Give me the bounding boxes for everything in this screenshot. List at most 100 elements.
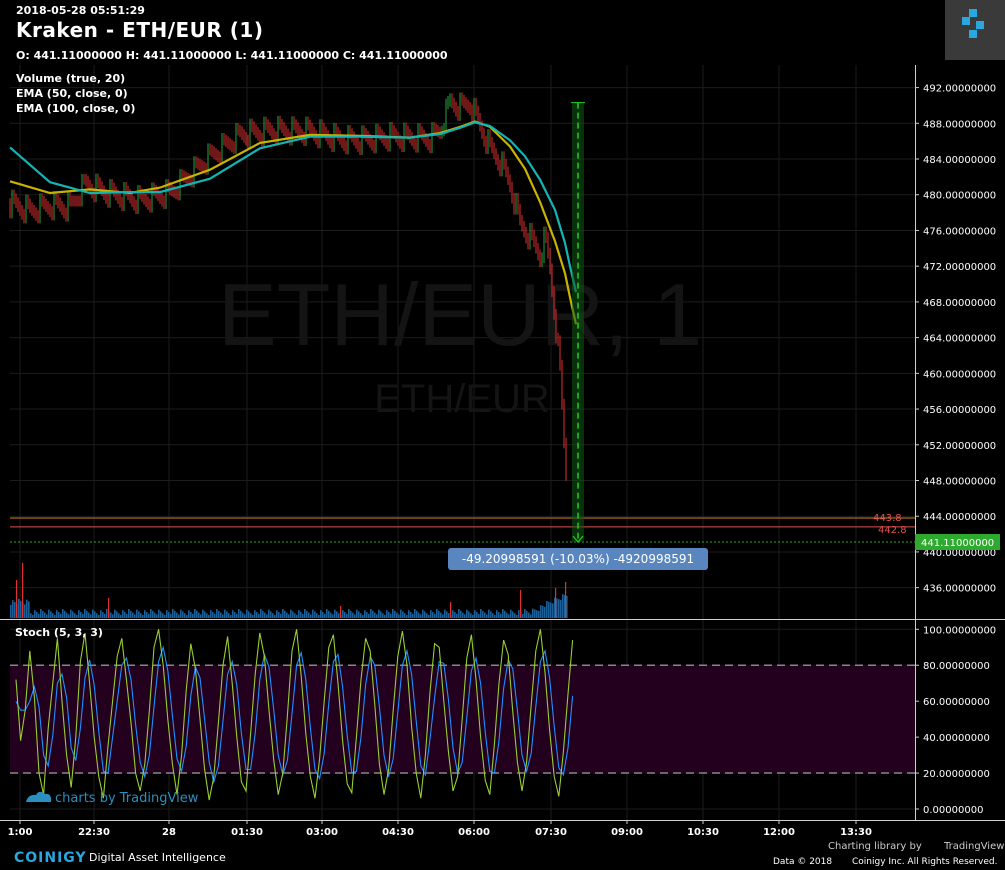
volume-bar <box>178 614 180 618</box>
volume-bar <box>394 610 396 618</box>
volume-bar <box>268 609 270 618</box>
last-price-label: 441.11000000 <box>921 538 994 549</box>
volume-bar <box>484 612 486 618</box>
volume-bar <box>486 614 488 618</box>
volume-bar <box>474 610 476 618</box>
volume-bar <box>384 615 386 618</box>
volume-bar <box>392 609 394 618</box>
study-ema50[interactable]: EMA (50, close, 0) <box>16 86 135 101</box>
volume-bar <box>516 615 518 618</box>
volume-bar <box>312 609 314 618</box>
volume-bar <box>120 615 122 618</box>
volume-bar <box>456 613 458 618</box>
volume-bar <box>348 609 350 618</box>
volume-bar <box>106 609 108 618</box>
volume-bar <box>94 611 96 618</box>
cloud-icon <box>26 791 52 802</box>
volume-bar <box>462 612 464 618</box>
price-tick-label: 476.00000000 <box>923 226 996 237</box>
volume-bar <box>502 609 504 618</box>
volume-bar <box>562 594 564 618</box>
volume-bar <box>242 612 244 618</box>
line-label-443: 443.8 <box>873 513 902 524</box>
volume-bar <box>64 610 66 618</box>
volume-bar <box>44 612 46 618</box>
volume-bar <box>62 609 64 618</box>
volume-bar <box>482 610 484 618</box>
tradingview-credit[interactable]: TradingView <box>944 841 1004 852</box>
volume-spike <box>565 582 567 618</box>
volume-bar <box>466 609 468 618</box>
stoch-axis[interactable]: 100.00000000 80.00000000 60.00000000 40.000… <box>915 625 996 816</box>
volume-bar <box>430 610 432 618</box>
volume-bar <box>154 612 156 618</box>
volume-bar <box>524 609 526 618</box>
volume-bar <box>280 613 282 618</box>
volume-bar <box>20 600 22 618</box>
volume-bar <box>126 613 128 618</box>
volume-bar <box>122 610 124 618</box>
volume-bar <box>230 615 232 618</box>
time-tick-label: 10:30 <box>687 827 719 838</box>
volume-bar <box>366 612 368 618</box>
volume-bar <box>220 612 222 618</box>
time-axis[interactable]: 1:00 22:30 28 01:30 03:00 04:30 06:00 07:30 09:0… <box>8 820 872 838</box>
price-tick-label: 448.00000000 <box>923 477 996 488</box>
volume-bar <box>358 611 360 618</box>
volume-bar <box>542 606 544 618</box>
volume-bar <box>24 604 26 618</box>
coinigy-brand[interactable]: COINIGY <box>14 850 87 866</box>
volume-bar <box>118 613 120 618</box>
volume-bar <box>32 615 34 618</box>
volume-bar <box>452 610 454 618</box>
volume-bar <box>376 614 378 618</box>
price-axis[interactable]: 492.00000000 488.00000000 484.00000000 480.… <box>915 84 996 595</box>
volume-bar <box>236 613 238 618</box>
volume-bar <box>164 615 166 618</box>
volume-bar <box>424 611 426 618</box>
volume-bar <box>440 612 442 618</box>
volume-bar <box>176 612 178 618</box>
volume-bar <box>66 612 68 618</box>
study-volume[interactable]: Volume (true, 20) <box>16 71 135 86</box>
chart-canvas[interactable]: ETH/EUR, 1 ETH/EUR 492.00000000 488.00000… <box>0 0 1005 870</box>
volume-bar <box>400 609 402 618</box>
line-label-442: 442.8 <box>878 525 907 536</box>
volume-spike <box>22 563 24 618</box>
volume-bar <box>136 609 138 618</box>
volume-bar <box>544 606 546 618</box>
volume-bar <box>534 609 536 618</box>
volume-bar <box>364 610 366 618</box>
volume-bar <box>30 613 32 618</box>
stoch-tick-label: 60.00000000 <box>923 697 990 708</box>
price-tick-label: 488.00000000 <box>923 119 996 130</box>
volume-bar <box>146 612 148 618</box>
volume-bar <box>168 612 170 618</box>
volume-bar <box>540 605 542 618</box>
price-tick-label: 436.00000000 <box>923 584 996 595</box>
study-ema100[interactable]: EMA (100, close, 0) <box>16 101 135 116</box>
volume-bar <box>54 615 56 618</box>
volume-bar <box>142 615 144 618</box>
volume-bar <box>248 611 250 618</box>
volume-bar <box>292 611 294 618</box>
volume-bar <box>402 611 404 618</box>
volume-bar <box>208 615 210 618</box>
volume-bar <box>538 611 540 618</box>
volume-bar <box>38 613 40 618</box>
volume-bar <box>28 601 30 618</box>
volume-spike <box>555 588 557 618</box>
volume-bar <box>234 612 236 618</box>
volume-bar <box>558 599 560 618</box>
volume-bar <box>412 613 414 618</box>
volume-bar <box>184 613 186 618</box>
volume-bar <box>518 610 520 618</box>
volume-bar <box>408 610 410 618</box>
time-tick-label: 28 <box>162 827 176 838</box>
volume-bar <box>194 609 196 618</box>
volume-bar <box>396 612 398 618</box>
volume-bar <box>374 612 376 618</box>
volume-bar <box>216 609 218 618</box>
volume-bar <box>88 612 90 618</box>
volume-bar <box>116 611 118 618</box>
